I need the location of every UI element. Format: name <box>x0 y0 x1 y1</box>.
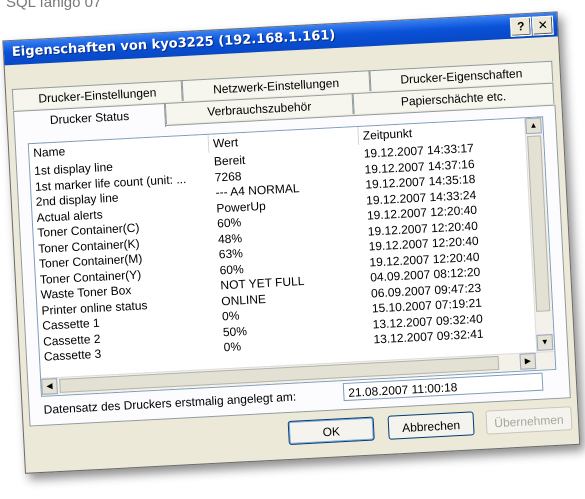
page-caption: SQL fahigo 07 <box>6 0 102 11</box>
status-list[interactable]: Name Wert Zeitpunkt 1st display line Bere… <box>27 116 557 397</box>
tab-panel-drucker-status: Name Wert Zeitpunkt 1st display line Bere… <box>14 104 571 427</box>
help-button[interactable]: ? <box>509 16 532 37</box>
close-button[interactable]: ✕ <box>531 15 554 36</box>
window-title: Eigenschaften von kyo3225 (192.168.1.161… <box>11 28 336 60</box>
apply-button[interactable]: Übernehmen <box>485 406 573 435</box>
scroll-right-button[interactable]: ▶ <box>519 352 537 370</box>
cancel-button[interactable]: Abbrechen <box>387 411 475 440</box>
title-bar[interactable]: Eigenschaften von kyo3225 (192.168.1.161… <box>3 12 558 66</box>
scroll-up-button[interactable]: ▲ <box>525 117 542 135</box>
properties-dialog: Eigenschaften von kyo3225 (192.168.1.161… <box>2 11 581 474</box>
ok-button[interactable]: OK <box>287 416 375 446</box>
scroll-down-button[interactable]: ▼ <box>536 334 554 351</box>
scroll-left-button[interactable]: ◀ <box>41 378 58 395</box>
dialog-wrapper: Eigenschaften von kyo3225 (192.168.1.161… <box>2 11 581 474</box>
